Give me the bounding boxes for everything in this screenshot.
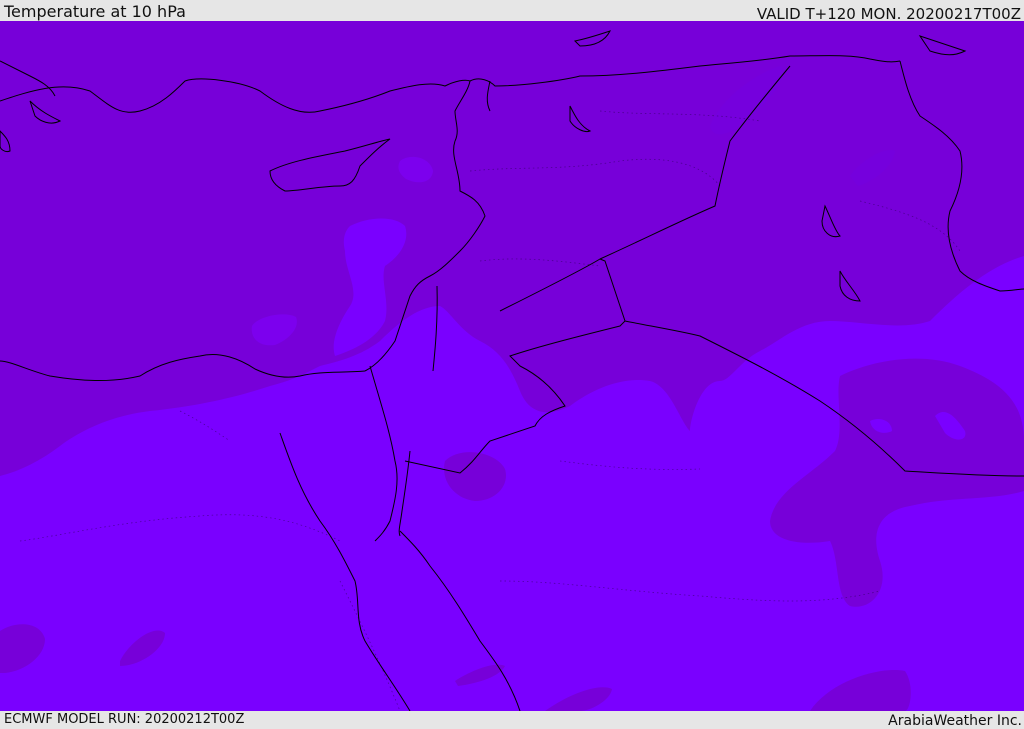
header-bar: Temperature at 10 hPa VALID T+120 MON. 2… — [0, 0, 1024, 23]
model-run-label: ECMWF MODEL RUN: 20200212T00Z — [4, 712, 245, 727]
weather-map[interactable] — [0, 21, 1024, 711]
map-canvas — [0, 21, 1024, 711]
credit-label: ArabiaWeather Inc. — [888, 713, 1022, 729]
map-title: Temperature at 10 hPa — [4, 2, 186, 21]
footer-bar: ECMWF MODEL RUN: 20200212T00Z ArabiaWeat… — [0, 711, 1024, 729]
